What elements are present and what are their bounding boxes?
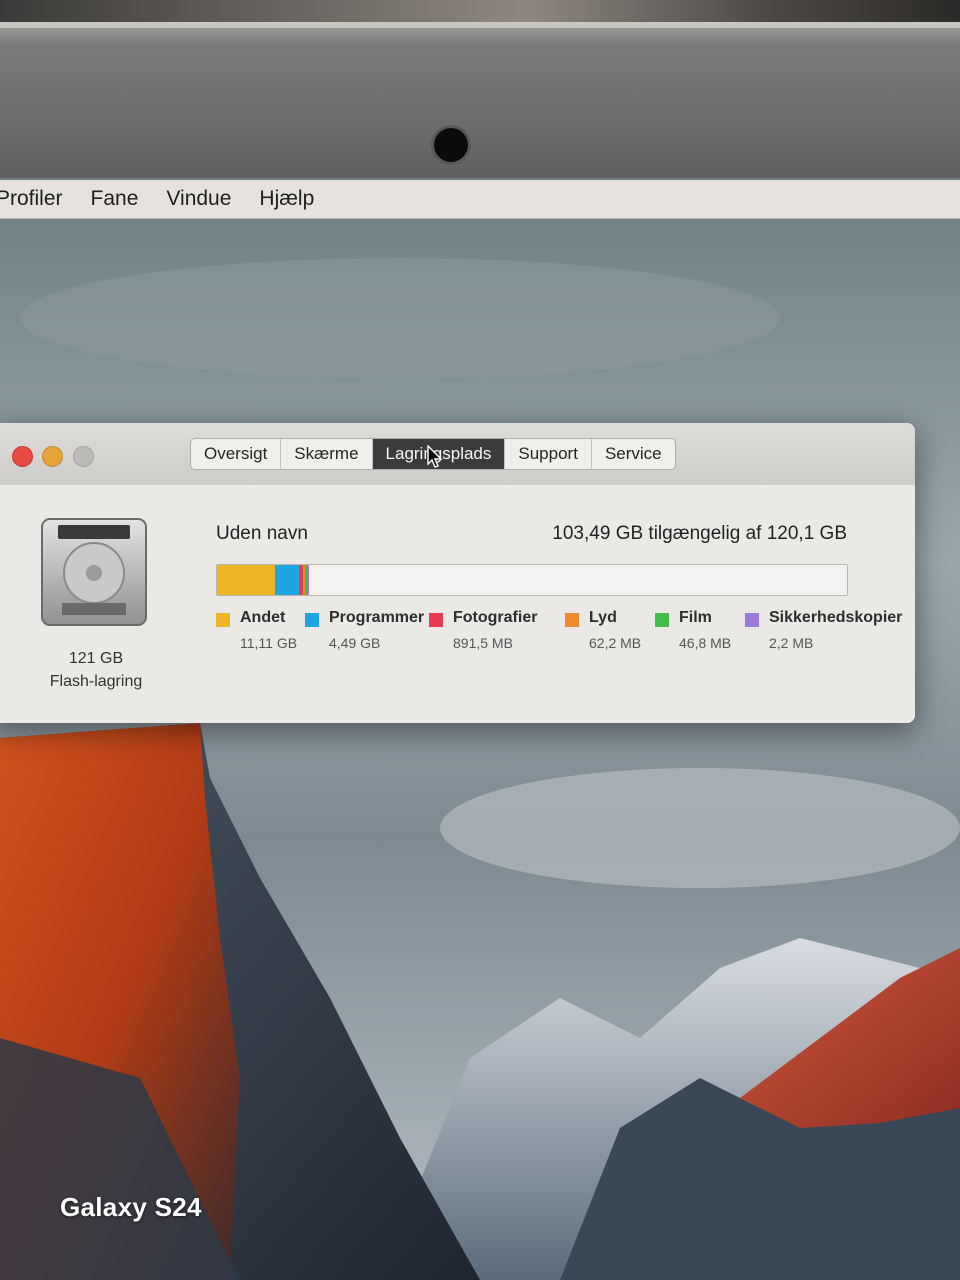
legend-label: Lyd — [589, 609, 617, 626]
zoom-button[interactable] — [73, 446, 94, 467]
tab-support[interactable]: Support — [505, 439, 592, 469]
laptop-bezel — [0, 22, 960, 188]
close-button[interactable] — [12, 446, 33, 467]
menu-hjaelp[interactable]: Hjælp — [259, 187, 314, 211]
mouse-pointer-icon — [427, 445, 443, 468]
window-titlebar: Oversigt Skærme Lagringsplads Support Se… — [0, 423, 915, 486]
legend-swatch — [429, 613, 443, 627]
legend-label: Film — [679, 609, 712, 626]
about-this-mac-window: Oversigt Skærme Lagringsplads Support Se… — [0, 423, 915, 723]
legend-size: 4,49 GB — [329, 635, 381, 651]
legend-label: Fotografier — [453, 609, 538, 626]
legend-swatch — [216, 613, 230, 627]
legend-size: 62,2 MB — [589, 635, 642, 651]
hard-disk-icon — [41, 518, 147, 626]
legend-label: Sikkerhedskopier — [769, 609, 903, 626]
legend-swatch — [655, 613, 669, 627]
menu-profiler[interactable]: Profiler — [0, 187, 63, 211]
legend-size: 2,2 MB — [769, 635, 814, 651]
legend-swatch — [745, 613, 759, 627]
legend-label: Programmer — [329, 609, 425, 626]
legend-swatch — [305, 613, 319, 627]
legend-size: 891,5 MB — [453, 635, 513, 651]
disk-type: Flash-lagring — [49, 673, 143, 690]
usage-segment-sikkerhedskopier — [307, 565, 310, 595]
storage-usage-bar — [216, 564, 848, 596]
usage-segment-programmer — [275, 565, 299, 595]
minimize-button[interactable] — [42, 446, 63, 467]
tab-oversigt[interactable]: Oversigt — [191, 439, 282, 469]
screen: Profiler Fane Vindue Hjælp Oversigt Skær… — [0, 178, 960, 1280]
volume-name: Uden navn — [216, 523, 308, 544]
camera-watermark: Galaxy S24 — [60, 1192, 202, 1222]
menu-vindue[interactable]: Vindue — [166, 187, 231, 211]
legend-size: 11,11 GB — [240, 635, 298, 651]
tab-skaerme[interactable]: Skærme — [281, 439, 373, 469]
storage-pane: 121 GB Flash-lagring Uden navn 103,49 GB… — [0, 485, 915, 723]
tab-service[interactable]: Service — [592, 439, 675, 469]
desktop-wallpaper — [0, 178, 960, 1280]
legend-size: 46,8 MB — [679, 635, 732, 651]
menu-bar: Profiler Fane Vindue Hjælp — [0, 180, 960, 219]
webcam — [434, 128, 468, 162]
usage-segment-andet — [217, 565, 276, 595]
legend-swatch — [565, 613, 579, 627]
menu-fane[interactable]: Fane — [91, 187, 139, 211]
legend-label: Andet — [240, 609, 286, 626]
storage-legend: Andet 11,11 GB Programmer 4,49 GB Fotografie… — [216, 609, 915, 659]
disk-capacity: 121 GB — [68, 650, 124, 667]
volume-available: 103,49 GB tilgængelig af 120,1 GB — [552, 523, 847, 544]
